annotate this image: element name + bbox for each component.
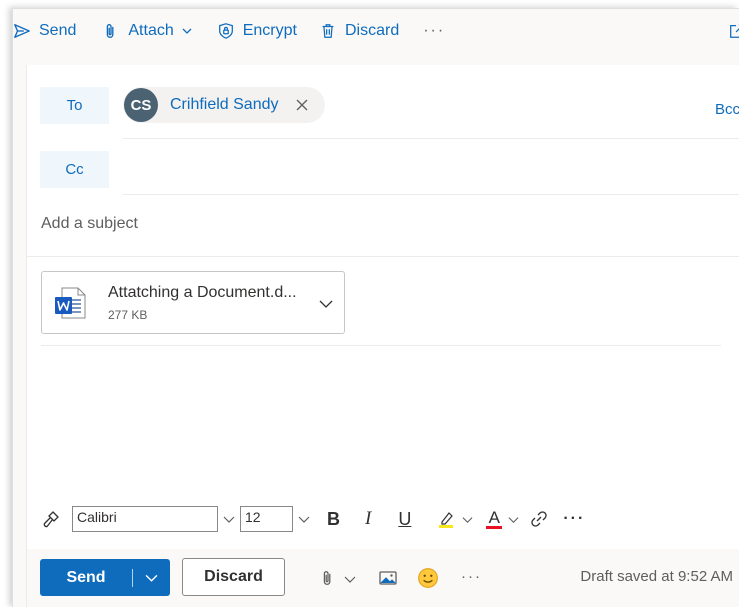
toolbar-attach-button[interactable]: Attach [92, 9, 202, 53]
chevron-down-icon[interactable] [462, 514, 473, 525]
send-button[interactable]: Send [40, 559, 170, 596]
toolbar-encrypt-button[interactable]: Encrypt [207, 9, 307, 53]
subject-input[interactable]: Add a subject [41, 215, 138, 233]
draft-status: Draft saved at 9:52 AM [580, 568, 733, 585]
toolbar-send-label: Send [39, 22, 77, 39]
divider [123, 194, 739, 195]
format-toolbar: Calibri 12 B I U A ··· [27, 499, 739, 539]
recipient-pill[interactable]: CS Crihfield Sandy [123, 87, 325, 123]
font-size-input[interactable]: 12 [240, 506, 293, 532]
chevron-down-icon[interactable] [318, 296, 334, 312]
chevron-down-icon[interactable] [344, 573, 356, 585]
link-icon[interactable] [529, 509, 549, 529]
divider [41, 345, 721, 346]
message-body[interactable] [41, 350, 731, 490]
bold-button[interactable]: B [327, 509, 340, 530]
chevron-down-icon[interactable] [298, 513, 310, 525]
cc-button[interactable]: Cc [40, 151, 109, 188]
toolbar-discard-label: Discard [344, 22, 400, 39]
to-button[interactable]: To [40, 87, 109, 124]
format-more-button[interactable]: ··· [563, 510, 585, 528]
attachment-size: 277 KB [108, 308, 148, 322]
toolbar-attach-label: Attach [128, 22, 174, 39]
font-color-button[interactable]: A [486, 507, 503, 529]
toolbar-encrypt-label: Encrypt [242, 22, 297, 39]
toolbar-discard-button[interactable]: Discard [309, 9, 409, 53]
close-icon[interactable] [295, 98, 309, 112]
discard-button[interactable]: Discard [182, 558, 285, 596]
chevron-down-icon[interactable] [223, 513, 235, 525]
trash-icon [322, 24, 334, 38]
cc-label: Cc [65, 161, 84, 178]
chevron-down-icon [145, 574, 158, 582]
chevron-down-icon[interactable] [508, 514, 519, 525]
font-color-swatch [486, 525, 503, 529]
recipient-name: Crihfield Sandy [170, 96, 279, 113]
underline-button[interactable]: U [398, 509, 411, 530]
chevron-down-icon [182, 28, 192, 34]
compose-window: Send Attach Encrypt Discard ··· To CS Cr… [12, 8, 739, 607]
avatar: CS [124, 88, 158, 122]
send-label: Send [66, 568, 106, 586]
divider [123, 138, 739, 139]
highlight-icon[interactable] [436, 509, 456, 529]
shield-icon [218, 23, 233, 39]
action-bar: Send Discard ··· Draft saved at 9:52 AM [27, 549, 739, 607]
paperclip-icon [107, 24, 114, 38]
italic-button[interactable]: I [365, 508, 371, 530]
send-icon [14, 24, 30, 38]
attachment-name: Attatching a Document.d... [108, 284, 297, 301]
format-painter-icon[interactable] [41, 509, 61, 529]
emoji-icon[interactable] [417, 567, 439, 589]
actions-more-button[interactable]: ··· [461, 568, 482, 585]
font-color-letter: A [488, 507, 500, 527]
bcc-button[interactable]: Bcc [715, 101, 739, 118]
toolbar-more-button[interactable]: ··· [409, 22, 459, 40]
font-name-input[interactable]: Calibri [72, 506, 218, 532]
divider [27, 256, 739, 257]
toolbar-send-button[interactable]: Send [13, 9, 86, 53]
send-options-button[interactable] [133, 571, 170, 584]
attachment-card[interactable]: Attatching a Document.d... 277 KB [41, 271, 345, 334]
compose-pane: To CS Crihfield Sandy Bcc Cc Add a subje… [26, 65, 739, 607]
paperclip-icon[interactable] [319, 569, 337, 587]
popout-icon[interactable] [728, 22, 739, 40]
command-bar: Send Attach Encrypt Discard ··· [13, 9, 739, 53]
word-document-icon [55, 287, 86, 319]
image-icon[interactable] [378, 568, 398, 588]
to-label: To [66, 97, 83, 114]
